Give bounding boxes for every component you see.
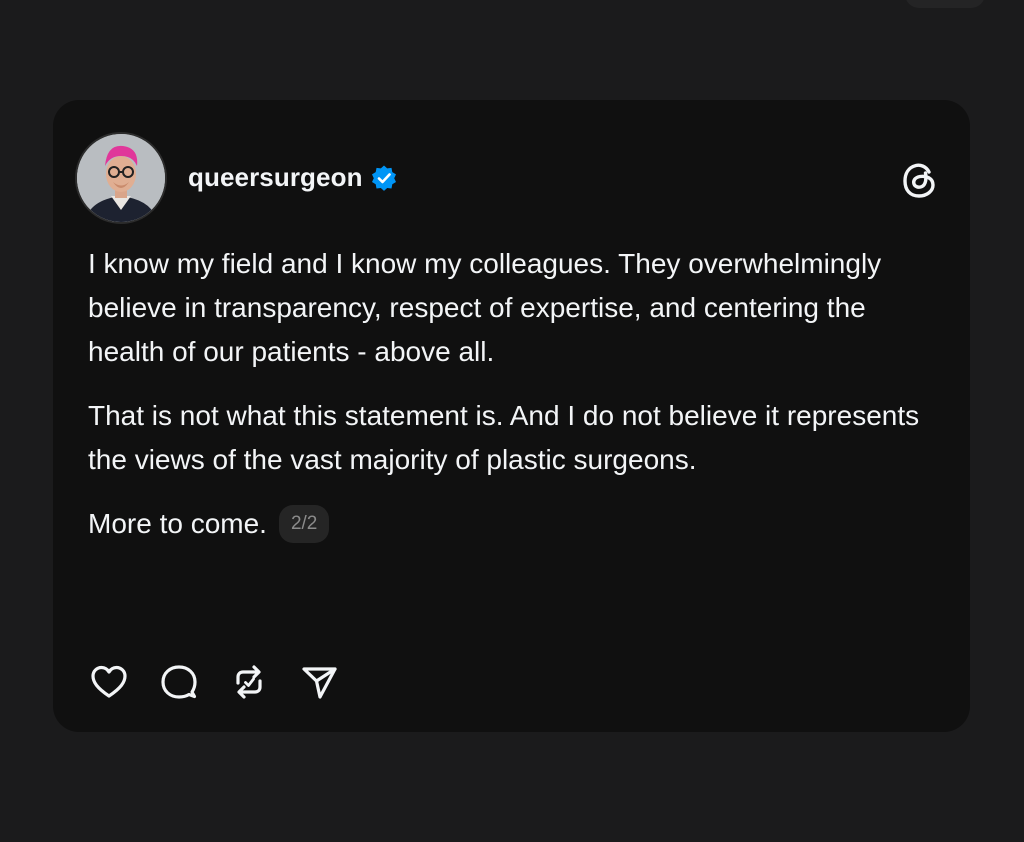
post-paragraph: I know my field and I know my colleagues… xyxy=(88,248,882,367)
reply-button[interactable] xyxy=(157,660,201,704)
post-text: I know my field and I know my colleagues… xyxy=(88,242,938,546)
post-paragraph: More to come. xyxy=(88,508,267,539)
username[interactable]: queersurgeon xyxy=(188,162,363,193)
share-button[interactable] xyxy=(297,660,341,704)
top-control-pill[interactable] xyxy=(905,0,985,8)
like-button[interactable] xyxy=(87,660,131,704)
avatar-image xyxy=(77,134,165,222)
verified-badge-icon xyxy=(371,165,396,191)
comment-bubble-icon xyxy=(161,665,197,699)
author-row: queersurgeon xyxy=(188,162,398,193)
thread-page-indicator: 2/2 xyxy=(278,505,330,543)
avatar[interactable] xyxy=(75,132,167,224)
repost-icon xyxy=(236,665,262,699)
send-icon xyxy=(302,667,337,699)
post-card: queersurgeon I know my field and I know … xyxy=(53,100,970,732)
threads-logo-icon[interactable] xyxy=(898,158,942,202)
heart-icon xyxy=(91,665,127,698)
post-actions xyxy=(87,660,367,704)
post-paragraph: That is not what this statement is. And … xyxy=(88,400,920,475)
post-last-line: More to come. 2/2 xyxy=(88,502,938,546)
repost-button[interactable] xyxy=(227,660,271,704)
